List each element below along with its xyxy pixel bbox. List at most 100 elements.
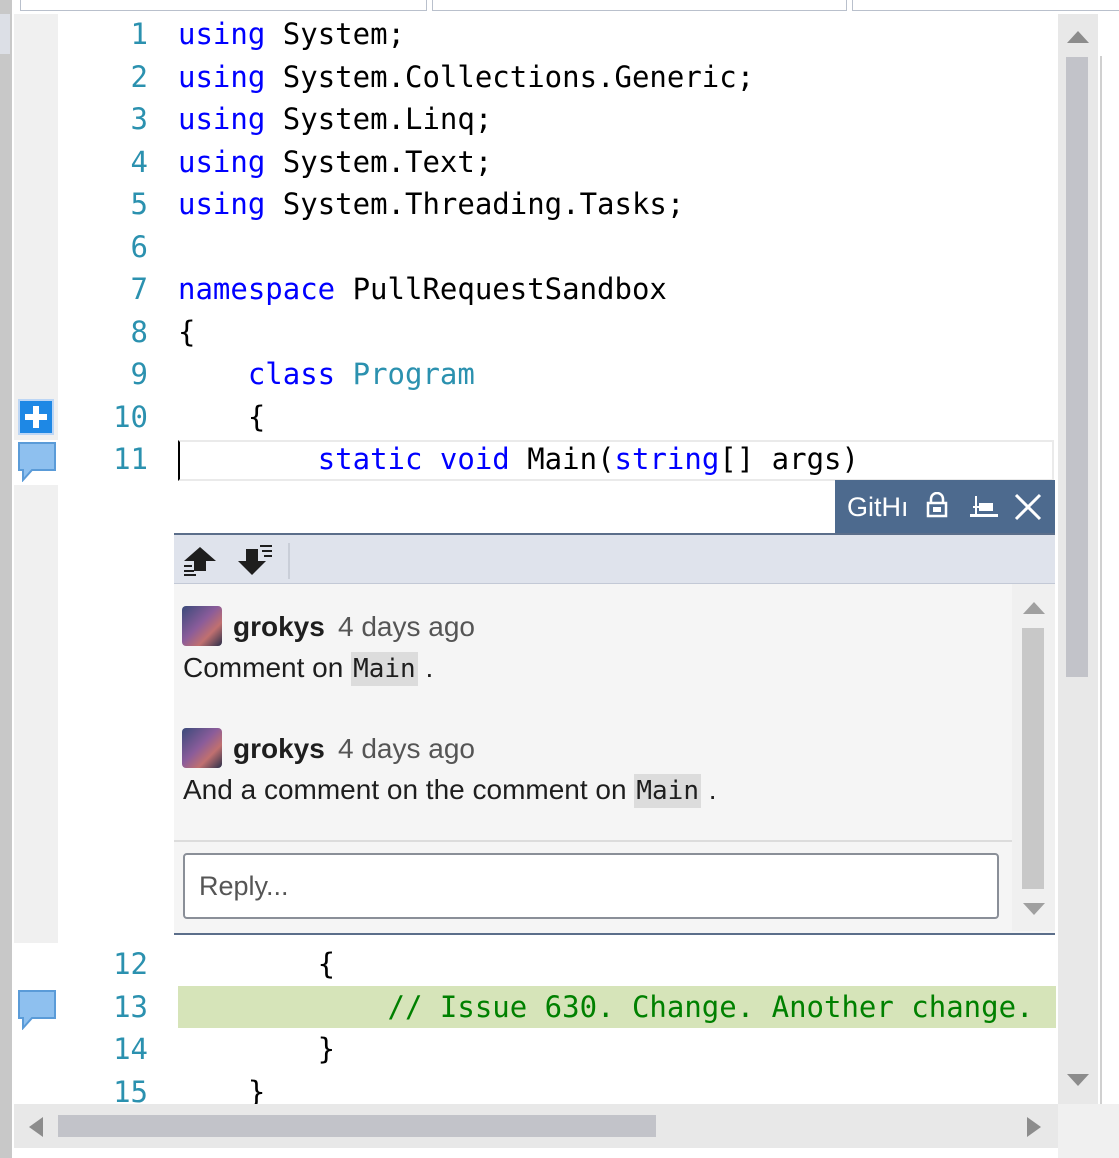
comment-author[interactable]: grokys [233,733,325,765]
next-comment-icon[interactable] [236,543,274,577]
code-token: [] args) [719,442,859,476]
code-line[interactable]: using System.Collections.Generic; [178,56,754,98]
code-token: static [317,442,423,476]
line-number: 10 [113,400,148,434]
code-line[interactable]: using System.Threading.Tasks; [178,183,684,225]
line-number: 13 [113,990,148,1024]
code-line[interactable]: using System; [178,13,405,55]
comment-text: And a comment on the comment on [183,774,635,805]
comment-timestamp: 4 days ago [338,611,475,642]
peek-view-header: GitHı [835,480,1055,533]
avatar [182,728,222,768]
comment-text: . [417,652,434,683]
code-line[interactable]: { [178,311,195,353]
comment-timestamp: 4 days ago [338,733,475,764]
scroll-down-icon[interactable] [1022,902,1046,916]
code-line[interactable]: using System.Linq; [178,98,492,140]
comment-icon[interactable] [18,990,56,1031]
code-token: class [247,357,336,391]
code-line[interactable]: } [178,1028,335,1070]
comment-code-span: Main [351,652,418,686]
top-tab[interactable] [852,0,1119,11]
editor-vertical-scrollbar[interactable] [1058,14,1098,1104]
plus-icon[interactable] [18,399,54,435]
code-token: System.Collections.Generic; [265,60,755,94]
code-token: using [178,17,266,51]
line-number: 1 [130,17,148,51]
code-line[interactable]: static void Main(string[] args) [178,438,859,480]
comment-icon[interactable] [18,442,56,483]
scrollbar-corner [1058,1104,1119,1158]
peek-view-title: GitHı [847,492,909,522]
code-token: namespace [178,272,336,306]
comment-text: Comment on [183,652,352,683]
comment-text: . [700,774,717,805]
window-left-border [0,0,12,1158]
reply-input[interactable]: Reply... [183,853,999,919]
reply-placeholder: Reply... [199,871,289,901]
code-token: Program [352,357,475,391]
vertical-scroll-thumb[interactable] [1066,57,1088,677]
code-token: using [178,102,266,136]
peek-scroll-thumb[interactable] [1022,628,1044,889]
reply-separator [174,840,1012,842]
code-token: { [178,315,196,349]
code-token: string [614,442,720,476]
pin-icon[interactable] [969,494,999,518]
code-line[interactable]: namespace PullRequestSandbox [178,268,667,310]
close-icon[interactable] [1013,493,1043,521]
code-token: void [439,442,510,476]
top-tab[interactable] [432,0,847,11]
code-token: System; [265,17,405,51]
horizontal-scroll-thumb[interactable] [58,1115,656,1137]
top-tab-strip [0,0,1119,12]
scroll-up-icon[interactable] [1022,601,1046,615]
line-number: 9 [130,357,148,391]
code-token: { [178,947,336,981]
comment-body: Comment on Main . [183,652,434,686]
code-line[interactable]: { [178,943,335,985]
lock-icon[interactable] [925,491,949,518]
scroll-left-icon[interactable] [28,1116,44,1138]
left-border-marker [0,14,10,54]
previous-comment-icon[interactable] [182,545,218,577]
code-token: { [178,400,266,434]
code-token: using [178,145,266,179]
avatar [182,606,222,646]
editor-horizontal-scrollbar[interactable] [14,1104,1058,1148]
code-token: // Issue 630. Change. Another change. [387,990,1034,1024]
line-number: 3 [130,102,148,136]
top-tab[interactable] [20,0,427,11]
code-token: Main( [509,442,615,476]
code-token: System.Linq; [265,102,493,136]
scroll-up-icon[interactable] [1066,30,1090,44]
toolbar-separator [288,543,290,579]
code-token: using [178,187,266,221]
peek-scrollbar[interactable] [1012,584,1055,931]
line-number: 4 [130,145,148,179]
code-line[interactable]: using System.Text; [178,141,492,183]
overview-margin [1100,56,1119,1158]
scroll-down-icon[interactable] [1066,1073,1090,1087]
code-line[interactable]: { [178,396,265,438]
code-token: System.Threading.Tasks; [265,187,685,221]
scroll-right-icon[interactable] [1026,1116,1042,1138]
line-number: 2 [130,60,148,94]
line-number: 14 [113,1032,148,1066]
glyph-margin [14,14,58,1104]
peek-toolbar [174,535,1055,584]
line-number: 7 [130,272,148,306]
line-number: 8 [130,315,148,349]
comment-body: And a comment on the comment on Main . [183,774,717,808]
code-line[interactable]: class Program [178,353,475,395]
code-line[interactable]: // Issue 630. Change. Another change. [178,986,1034,1028]
comment-author[interactable]: grokys [233,611,325,643]
inline-comment-peek-view: grokys 4 days ago Comment on Main . grok… [174,533,1055,935]
comment-list: grokys 4 days ago Comment on Main . grok… [174,584,1012,840]
code-token: PullRequestSandbox [335,272,667,306]
line-number: 12 [113,947,148,981]
